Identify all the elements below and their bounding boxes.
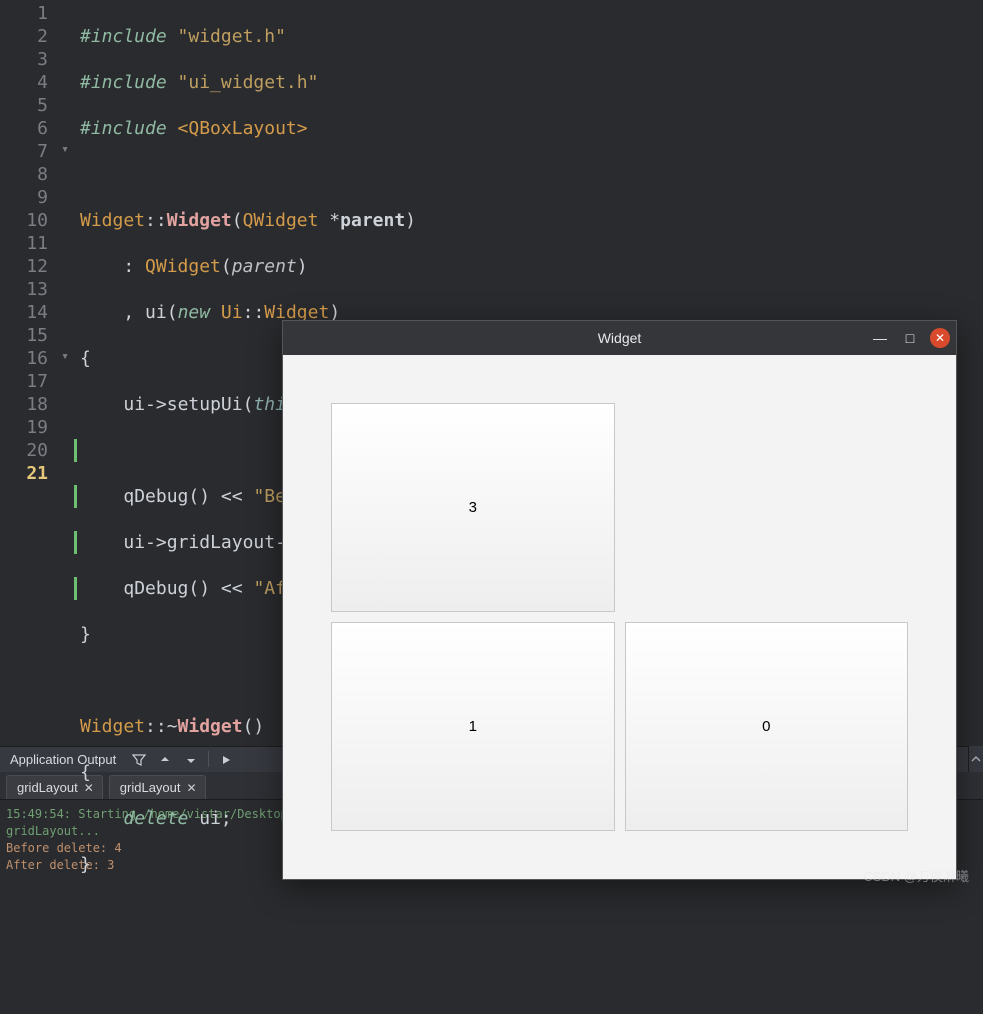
- grid-cell-0[interactable]: 0: [625, 622, 909, 831]
- fold-gutter: ▾ ▾: [56, 0, 74, 746]
- current-line-number: 21: [0, 462, 48, 485]
- window-titlebar[interactable]: Widget — □ ✕: [283, 321, 956, 355]
- tab-label: gridLayout: [17, 780, 78, 795]
- grid-cell-3[interactable]: 3: [331, 403, 615, 612]
- grid-layout: 3 1 0: [283, 355, 956, 879]
- chevron-up-icon[interactable]: [968, 746, 983, 772]
- window-title: Widget: [598, 330, 642, 346]
- fold-marker-icon[interactable]: ▾: [56, 345, 74, 368]
- maximize-button[interactable]: □: [900, 328, 920, 348]
- app-window[interactable]: Widget — □ ✕ 3 1 0: [282, 320, 957, 880]
- close-button[interactable]: ✕: [930, 328, 950, 348]
- grid-cell-1[interactable]: 1: [331, 622, 615, 831]
- line-number-gutter: 12345678910 11121314151617181920 21: [0, 0, 56, 746]
- fold-marker-icon[interactable]: ▾: [56, 138, 74, 161]
- console-timestamp: 15:49:54:: [6, 807, 71, 821]
- minimize-button[interactable]: —: [870, 328, 890, 348]
- watermark: CSDN @万俟淋曦: [863, 866, 969, 885]
